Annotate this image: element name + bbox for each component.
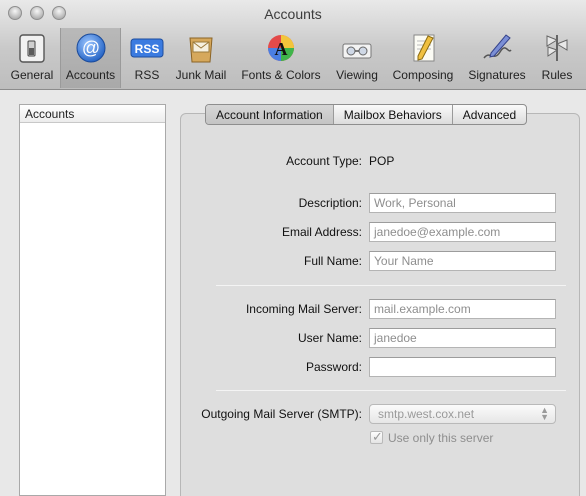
smtp-server-popup[interactable]: smtp.west.cox.net ▲ ▼ — [369, 404, 556, 424]
toolbar-viewing[interactable]: Viewing — [330, 28, 384, 88]
toolbar-label: Signatures — [468, 68, 526, 82]
toolbar-label: General — [10, 68, 54, 82]
toolbar-label: Viewing — [336, 68, 378, 82]
accounts-list-header: Accounts — [20, 105, 165, 123]
use-only-server-checkbox[interactable]: ✓ — [370, 429, 383, 444]
junk-mail-icon — [189, 37, 213, 63]
svg-text:@: @ — [81, 38, 99, 58]
section-divider — [216, 285, 566, 286]
user-name-field[interactable]: janedoe — [369, 328, 556, 348]
toolbar-signatures[interactable]: Signatures — [462, 28, 532, 88]
incoming-server-label: Incoming Mail Server: — [245, 302, 362, 316]
toolbar-rss[interactable]: RSS RSS — [124, 28, 170, 88]
email-address-label: Email Address: — [281, 225, 362, 239]
toolbar-fonts-colors[interactable]: A Fonts & Colors — [234, 28, 328, 88]
account-type-value: POP — [369, 154, 395, 168]
at-sign-icon: @ — [76, 33, 105, 63]
up-down-arrows-icon: ▲ ▼ — [540, 405, 549, 422]
tab-mailbox-behaviors[interactable]: Mailbox Behaviors — [334, 105, 453, 124]
toolbar-accounts[interactable]: @ Accounts — [60, 28, 121, 88]
description-field[interactable]: Work, Personal — [369, 193, 556, 213]
tab-account-information[interactable]: Account Information — [206, 105, 334, 124]
rss-icon: RSS — [130, 38, 164, 58]
full-name-field[interactable]: Your Name — [369, 251, 556, 271]
svg-text:A: A — [275, 39, 288, 59]
svg-text:RSS: RSS — [135, 42, 160, 56]
section-divider — [216, 390, 566, 391]
preferences-window: Accounts General @ Accounts RSS RSS Junk… — [0, 0, 586, 496]
window-title: Accounts — [264, 6, 322, 22]
viewing-icon — [342, 43, 372, 59]
full-name-label: Full Name: — [303, 254, 362, 268]
preferences-toolbar: General @ Accounts RSS RSS Junk Mail A F… — [0, 28, 586, 88]
toolbar-label: Composing — [392, 68, 454, 82]
smtp-server-label: Outgoing Mail Server (SMTP): — [201, 407, 362, 421]
email-address-field[interactable]: janedoe@example.com — [369, 222, 556, 242]
account-type-label: Account Type: — [286, 154, 362, 168]
composing-icon — [413, 34, 435, 62]
rules-icon — [546, 35, 568, 61]
smtp-server-value: smtp.west.cox.net — [378, 407, 475, 421]
use-only-server-label: Use only this server — [388, 431, 494, 445]
password-field[interactable] — [369, 357, 556, 377]
signatures-icon — [483, 34, 512, 59]
toolbar-label: RSS — [134, 68, 160, 82]
toolbar-general[interactable]: General — [4, 28, 60, 88]
password-label: Password: — [305, 360, 362, 374]
toolbar-composing[interactable]: Composing — [387, 28, 459, 88]
toolbar-junk-mail[interactable]: Junk Mail — [171, 28, 231, 88]
toolbar-label: Accounts — [65, 68, 116, 82]
title-toolbar: Accounts General @ Accounts RSS RSS Junk… — [0, 0, 586, 90]
toolbar-label: Junk Mail — [175, 68, 227, 82]
fonts-colors-icon: A — [268, 35, 294, 61]
tab-bar: Account Information Mailbox Behaviors Ad… — [205, 104, 528, 125]
description-label: Description: — [298, 196, 362, 210]
user-name-label: User Name: — [297, 331, 362, 345]
checkmark-icon: ✓ — [372, 429, 383, 444]
switch-icon — [19, 34, 45, 63]
accounts-list[interactable]: Accounts — [19, 104, 166, 496]
toolbar-label: Rules — [541, 68, 573, 82]
incoming-server-field[interactable]: mail.example.com — [369, 299, 556, 319]
tab-advanced[interactable]: Advanced — [453, 105, 526, 124]
toolbar-rules[interactable]: Rules — [535, 28, 579, 88]
toolbar-label: Fonts & Colors — [241, 68, 321, 82]
